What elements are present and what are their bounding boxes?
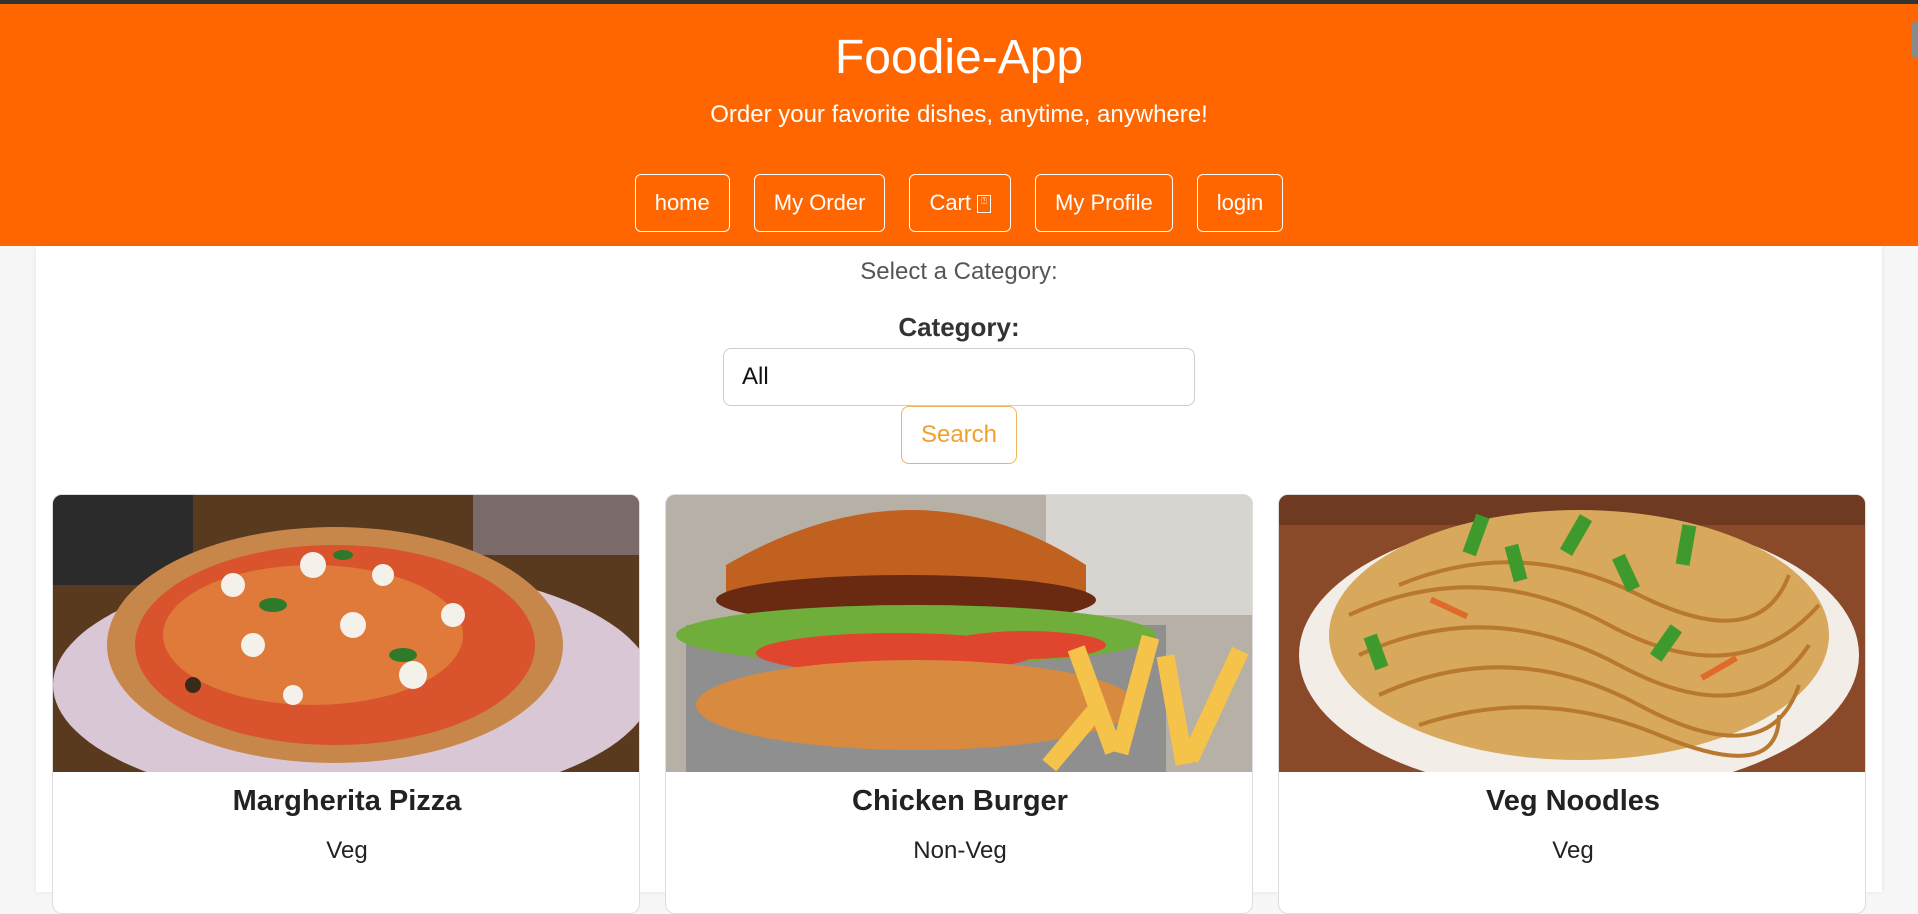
category-label: Category: — [898, 312, 1020, 342]
noodles-illustration — [1279, 495, 1865, 772]
app-title: Foodie-App — [834, 31, 1084, 84]
product-name: Margherita Pizza — [232, 785, 462, 817]
search-button[interactable]: Search — [901, 406, 1017, 464]
product-card[interactable]: Margherita Pizza Veg — [52, 494, 640, 914]
burger-photo — [666, 495, 1252, 772]
product-name: Chicken Burger — [852, 785, 1068, 817]
product-card[interactable]: Veg Noodles Veg — [1278, 494, 1866, 914]
pizza-photo — [53, 495, 639, 772]
nav-login-button[interactable]: login — [1196, 174, 1284, 232]
product-grid: Margherita Pizza Veg Chicken Burger Non-… — [52, 494, 1868, 914]
burger-illustration — [666, 495, 1252, 772]
noodles-photo — [1279, 495, 1865, 772]
scrollbar-thumb[interactable] — [1912, 22, 1918, 58]
nav-my-order-button[interactable]: My Order — [753, 174, 886, 232]
nav-home-button[interactable]: home — [634, 174, 730, 232]
product-category: Veg — [1552, 837, 1594, 864]
category-select[interactable]: All — [723, 348, 1195, 406]
nav-my-profile-button[interactable]: My Profile — [1035, 174, 1173, 232]
app-tagline: Order your favorite dishes, anytime, any… — [710, 101, 1208, 128]
main-nav: home My Order Cart ⍰ My Profile login — [0, 174, 1918, 234]
nav-cart-button[interactable]: Cart ⍰ — [909, 174, 1011, 232]
product-card[interactable]: Chicken Burger Non-Veg — [665, 494, 1253, 914]
missing-glyph-icon: ⍰ — [977, 195, 991, 213]
product-category: Non-Veg — [913, 837, 1007, 864]
site-header: Foodie-App Order your favorite dishes, a… — [0, 4, 1918, 246]
product-category: Veg — [326, 837, 368, 864]
nav-cart-label: Cart — [929, 190, 971, 215]
category-prompt: Select a Category: — [860, 258, 1058, 285]
product-name: Veg Noodles — [1485, 785, 1661, 817]
main-content: Select a Category: Category: All Search — [36, 246, 1882, 914]
pizza-illustration — [53, 495, 639, 772]
